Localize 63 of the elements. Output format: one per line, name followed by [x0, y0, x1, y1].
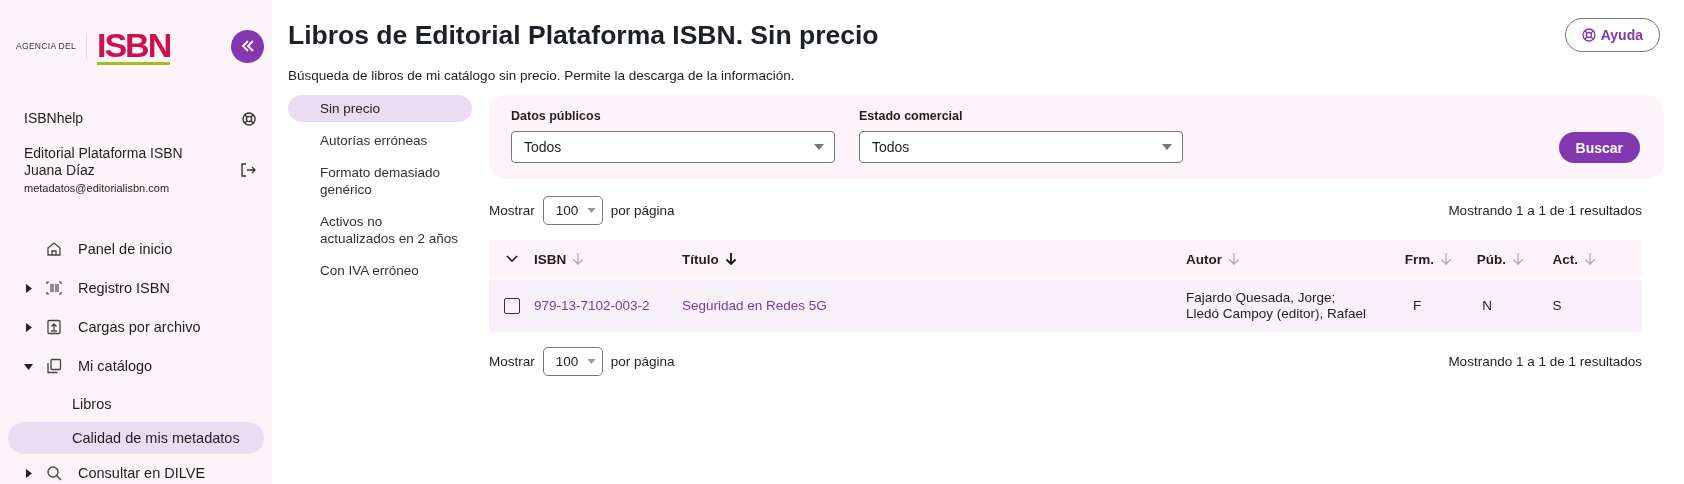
dropdown-arrow-icon: [1162, 144, 1172, 150]
table-cell: S: [1552, 298, 1562, 314]
help-button[interactable]: Ayuda: [1564, 18, 1660, 52]
chevron-down-icon[interactable]: [505, 255, 518, 263]
search-button[interactable]: Buscar: [1558, 132, 1640, 163]
nav-item[interactable]: Registro ISBN: [8, 271, 264, 305]
per-page-select[interactable]: 100: [542, 196, 603, 225]
lifebuoy-icon: [242, 111, 256, 126]
double-chevron-icon: [239, 38, 256, 54]
logo-mark: ISBN: [97, 27, 171, 65]
table-cell: Fajardo Quesada, Jorge; Lledó Campoy (editor), Rafael: [1186, 290, 1367, 322]
lifebuoy-icon: [1581, 28, 1596, 42]
user-email: metadatos@editorialisbn.com: [24, 182, 171, 194]
subnav-item[interactable]: Con IVA erróneo: [288, 257, 472, 284]
logout-icon[interactable]: [240, 162, 256, 177]
home-icon: [46, 241, 62, 257]
user-name: Juana Díaz: [24, 162, 96, 179]
barcode-icon: [46, 280, 62, 296]
column-header[interactable]: Autor: [1186, 251, 1222, 267]
table-link[interactable]: Seguridad en Redes 5G: [682, 298, 827, 314]
nav-item[interactable]: Cargas por archivo: [8, 310, 264, 344]
nav-subitem[interactable]: Calidad de mis metadatos: [8, 422, 264, 454]
upload-icon: [46, 319, 62, 335]
column-header[interactable]: Título: [682, 251, 719, 267]
dropdown-arrow-icon: [586, 208, 596, 213]
field-label: Estado comercial: [859, 109, 964, 123]
table-cell: F: [1412, 298, 1422, 314]
nav-item[interactable]: Mi catálogo: [8, 349, 264, 383]
column-header[interactable]: ISBN: [534, 251, 567, 267]
column-header[interactable]: Act.: [1552, 251, 1578, 267]
page-title: Libros de Editorial Plataforma ISBN. Sin precio: [288, 19, 879, 51]
search-icon: [46, 465, 62, 481]
column-header[interactable]: Frm.: [1404, 251, 1434, 267]
nav-item[interactable]: Consultar en DILVE: [8, 456, 264, 484]
collapse-button[interactable]: [231, 29, 264, 63]
select-field[interactable]: Todos: [511, 131, 835, 163]
dropdown-arrow-icon: [586, 359, 596, 364]
row-checkbox[interactable]: [503, 298, 520, 314]
show-label: Mostrar: [489, 354, 535, 369]
sort-arrow-icon[interactable]: [724, 252, 737, 266]
field-label: Datos públicos: [511, 109, 602, 123]
publisher-name: Editorial Plataforma ISBN: [24, 145, 183, 162]
nav-item[interactable]: Panel de inicio: [8, 232, 264, 266]
results-count: Mostrando 1 a 1 de 1 resultados: [1448, 203, 1642, 218]
copy-icon: [46, 358, 62, 374]
subnav-item[interactable]: Sin precio: [288, 95, 472, 122]
per-page-select[interactable]: 100: [542, 347, 603, 376]
subnav-item[interactable]: Activos no actualizados en 2 años: [288, 208, 472, 252]
logo-prefix: AGENCIA DEL: [16, 33, 87, 59]
subnav-item[interactable]: Autorías erróneas: [288, 127, 472, 154]
show-label: Mostrar: [489, 203, 535, 218]
dropdown-arrow-icon: [814, 144, 824, 150]
per-page-label: por página: [610, 203, 675, 218]
nav-subitem[interactable]: Libros: [8, 388, 264, 420]
page-description: Búsqueda de libros de mi catálogo sin precio. Permite la descarga de la información.: [288, 68, 796, 83]
select-field[interactable]: Todos: [859, 131, 1183, 163]
help-link[interactable]: ISBNhelp: [24, 110, 84, 127]
per-page-label: por página: [610, 354, 675, 369]
column-header[interactable]: Púb.: [1476, 251, 1506, 267]
table-cell: N: [1482, 298, 1492, 314]
subnav-item[interactable]: Formato demasiado genérico: [288, 159, 472, 203]
table-link[interactable]: 979-13-7102-003-2: [534, 298, 650, 314]
results-count: Mostrando 1 a 1 de 1 resultados: [1448, 354, 1642, 369]
